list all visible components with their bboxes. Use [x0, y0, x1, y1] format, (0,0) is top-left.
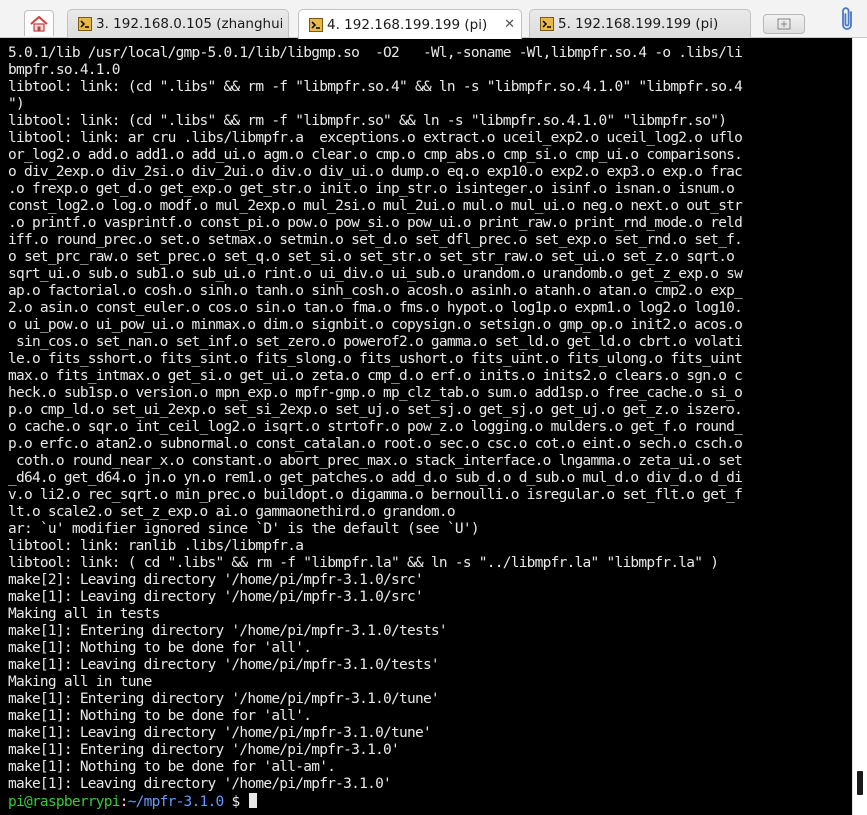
- terminal-line: o set_prc_raw.o set_prec.o set_q.o set_s…: [8, 249, 735, 265]
- terminal-line: libtool: link: (cd ".libs" && rm -f "lib…: [8, 79, 743, 95]
- tab-session-4[interactable]: 4. 192.168.199.199 (pi) ✕: [298, 9, 522, 39]
- terminal-icon: [78, 17, 92, 31]
- prompt-symbol: $: [223, 794, 248, 810]
- terminal-line: bmpfr.so.4.1.0: [8, 62, 120, 78]
- terminal-line: libtool: link: (cd ".libs" && rm -f "lib…: [8, 113, 727, 129]
- terminal-line: o cache.o sqr.o int_ceil_log2.o isqrt.o …: [8, 419, 743, 435]
- home-icon: [30, 15, 48, 32]
- terminal-lines: 5.0.1/lib /usr/local/gmp-5.0.1/lib/libgm…: [8, 45, 743, 810]
- prompt-path: ~/mpfr-3.1.0: [127, 794, 225, 810]
- terminal-line: make[2]: Leaving directory '/home/pi/mpf…: [8, 572, 424, 588]
- terminal-line: 5.0.1/lib /usr/local/gmp-5.0.1/lib/libgm…: [8, 45, 743, 61]
- terminal-line: heck.o sub1sp.o version.o mpn_exp.o mpfr…: [8, 385, 743, 401]
- terminal-line: make[1]: Leaving directory '/home/pi/mpf…: [8, 657, 440, 673]
- new-tab-icon: [777, 18, 791, 30]
- close-icon[interactable]: ✕: [504, 17, 515, 32]
- terminal-line: max.o fits_intmax.o get_si.o get_ui.o ze…: [8, 368, 743, 384]
- terminal-line: make[1]: Entering directory '/home/pi/mp…: [8, 742, 400, 758]
- terminal-line: libtool: link: ar cru .libs/libmpfr.a ex…: [8, 130, 743, 146]
- terminal-cursor: [249, 793, 258, 808]
- vertical-scrollbar[interactable]: [852, 38, 867, 815]
- terminal-output[interactable]: 5.0.1/lib /usr/local/gmp-5.0.1/lib/libgm…: [0, 38, 852, 815]
- terminal-line: iff.o round_prec.o set.o setmax.o setmin…: [8, 232, 743, 248]
- terminal-line: make[1]: Entering directory '/home/pi/mp…: [8, 623, 448, 639]
- terminal-line: ar: `u' modifier ignored since `D' is th…: [8, 521, 480, 537]
- tab-session-3[interactable]: 3. 192.168.0.105 (zhanghui): [67, 9, 289, 38]
- terminal-line: Making all in tests: [8, 606, 160, 622]
- terminal-line: ap.o factorial.o cosh.o sinh.o tanh.o si…: [8, 283, 743, 299]
- terminal-line: make[1]: Leaving directory '/home/pi/mpf…: [8, 589, 424, 605]
- terminal-line: .o frexp.o get_d.o get_exp.o get_str.o i…: [8, 181, 735, 197]
- tab-label: 4. 192.168.199.199 (pi): [327, 16, 488, 33]
- tab-label: 5. 192.168.199.199 (pi): [558, 16, 719, 32]
- terminal-line: or_log2.o add.o add1.o add_ui.o agm.o cl…: [8, 147, 743, 163]
- terminal-icon: [309, 17, 323, 32]
- terminal-line: make[1]: Nothing to be done for 'all-am'…: [8, 759, 336, 775]
- terminal-line: libtool: link: ranlib .libs/libmpfr.a: [8, 538, 304, 554]
- terminal-line: libtool: link: ( cd ".libs" && rm -f "li…: [8, 555, 719, 571]
- home-button[interactable]: [24, 10, 54, 36]
- terminal-line: make[1]: Entering directory '/home/pi/mp…: [8, 691, 440, 707]
- prompt-user-host: pi@raspberrypi: [8, 794, 120, 810]
- scrollbar-thumb[interactable]: [857, 771, 863, 795]
- terminal-line: const_log2.o log.o modf.o mul_2exp.o mul…: [8, 198, 743, 214]
- terminal-line: Making all in tune: [8, 674, 152, 690]
- terminal-line: make[1]: Leaving directory '/home/pi/mpf…: [8, 776, 392, 792]
- tab-label: 3. 192.168.0.105 (zhanghui): [96, 16, 282, 32]
- terminal-line: make[1]: Leaving directory '/home/pi/mpf…: [8, 725, 432, 741]
- terminal-line: make[1]: Nothing to be done for 'all'.: [8, 640, 312, 656]
- terminal-line: lt.o scale2.o set_z_exp.o ai.o gammaonet…: [8, 504, 456, 520]
- shell-prompt[interactable]: pi@raspberrypi:~/mpfr-3.1.0 $: [8, 793, 742, 810]
- terminal-line: p.o cmp_ld.o set_ui_2exp.o set_si_2exp.o…: [8, 402, 743, 418]
- terminal-line: "): [8, 96, 25, 112]
- paperclip-icon[interactable]: [838, 6, 858, 32]
- terminal-line: o div_2exp.o div_2si.o div_2ui.o div.o d…: [8, 164, 743, 180]
- terminal-line: v.o li2.o rec_sqrt.o min_prec.o buildopt…: [8, 487, 743, 503]
- terminal-line: p.o erfc.o atan2.o subnormal.o const_cat…: [8, 436, 743, 452]
- terminal-line: coth.o round_near_x.o constant.o abort_p…: [8, 453, 743, 469]
- terminal-line: sin_cos.o set_nan.o set_inf.o set_zero.o…: [8, 334, 743, 350]
- terminal-line: 2.o asin.o const_euler.o cos.o sin.o tan…: [8, 300, 743, 316]
- prompt-separator: :: [119, 794, 129, 810]
- terminal-line: .o printf.o vasprintf.o const_pi.o pow.o…: [8, 215, 743, 231]
- terminal-icon: [540, 17, 554, 31]
- terminal-line: le.o fits_sshort.o fits_sint.o fits_slon…: [8, 351, 743, 367]
- terminal-line: sqrt_ui.o sub.o sub1.o sub_ui.o rint.o u…: [8, 266, 743, 282]
- terminal-line: make[1]: Nothing to be done for 'all'.: [8, 708, 312, 724]
- terminal-line: o ui_pow.o ui_pow_ui.o minmax.o dim.o si…: [8, 317, 743, 333]
- tab-session-5[interactable]: 5. 192.168.199.199 (pi): [529, 9, 751, 38]
- tab-bar: 3. 192.168.0.105 (zhanghui) 4. 192.168.1…: [0, 0, 867, 39]
- new-tab-button[interactable]: [763, 14, 805, 34]
- terminal-line: _d64.o get_d64.o jn.o yn.o rem1.o get_pa…: [8, 470, 743, 486]
